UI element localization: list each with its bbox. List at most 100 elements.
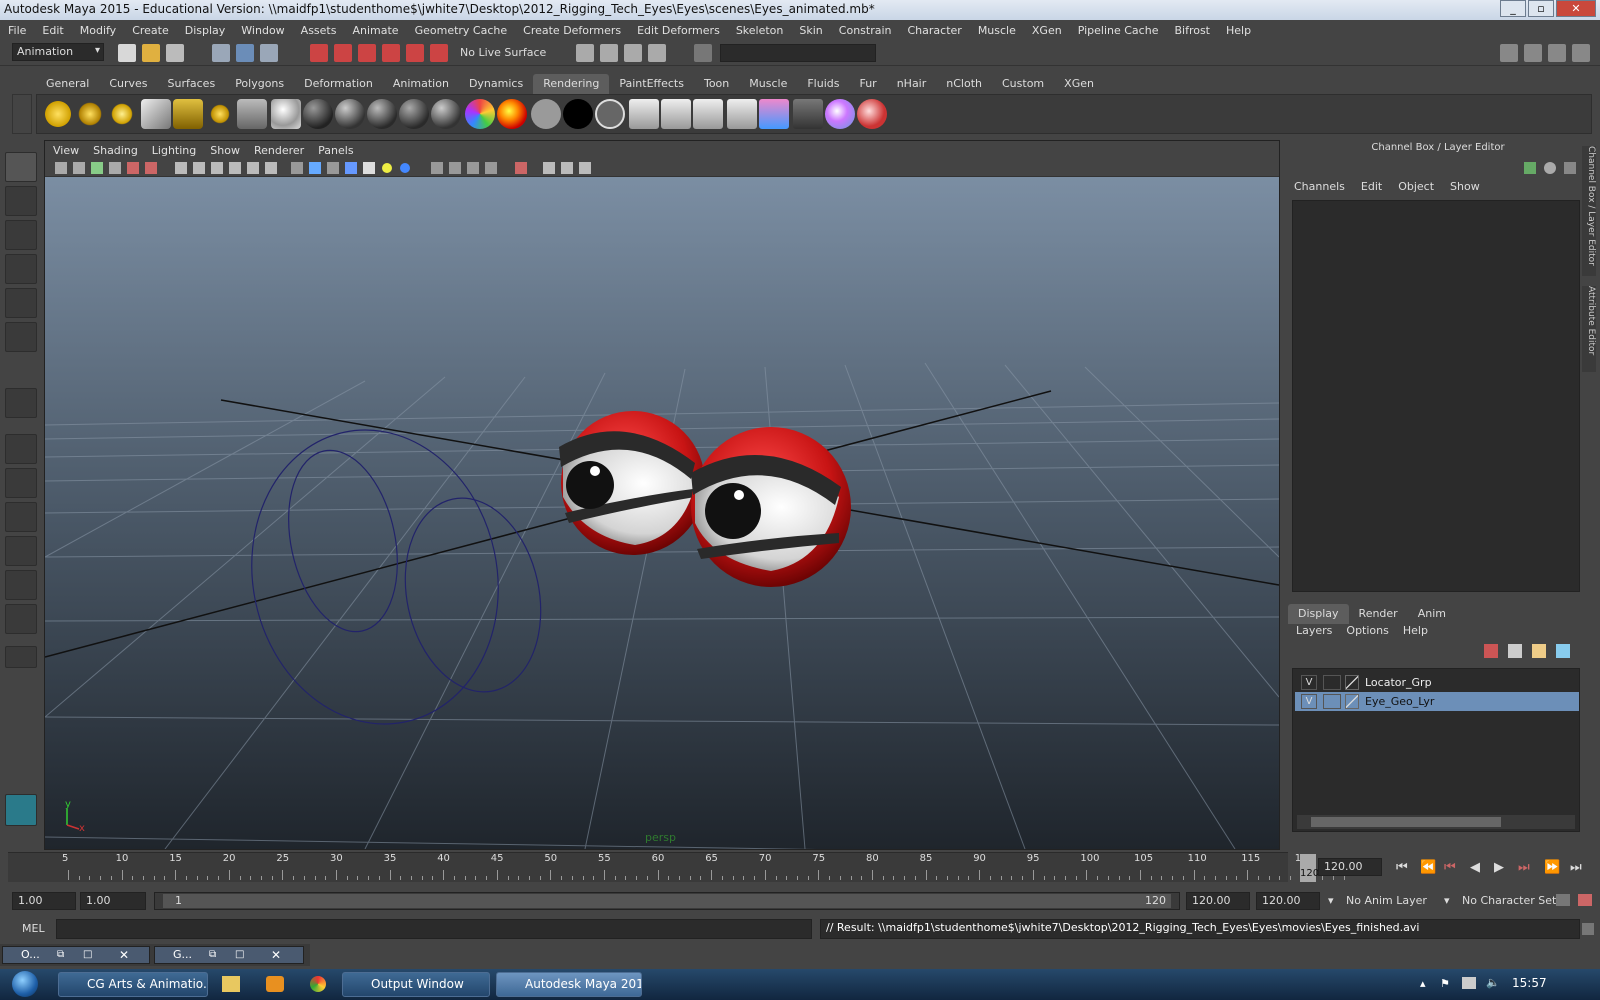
- snap-grid-icon[interactable]: [310, 44, 328, 62]
- attribute-editor-toggle-icon[interactable]: [1544, 162, 1556, 174]
- maximize-icon[interactable]: □: [83, 947, 92, 963]
- side-tab-attribute-editor[interactable]: Attribute Editor: [1582, 286, 1596, 372]
- select-component-icon[interactable]: [260, 44, 278, 62]
- create-layer-options-icon[interactable]: [1556, 644, 1570, 658]
- minimize-button[interactable]: _: [1500, 0, 1526, 17]
- layer-tab-anim[interactable]: Anim: [1408, 604, 1456, 624]
- volume-light-icon[interactable]: [205, 99, 235, 129]
- shelf-tab-surfaces[interactable]: Surfaces: [158, 74, 226, 94]
- range-slider[interactable]: 1 120: [154, 892, 1180, 910]
- anisotropic-shader-icon[interactable]: [431, 99, 461, 129]
- taskbar-maya[interactable]: Autodesk Maya 2015...: [496, 972, 642, 997]
- network-icon[interactable]: [1462, 977, 1476, 989]
- maximize-icon[interactable]: □: [235, 947, 244, 963]
- render-current-icon[interactable]: [600, 44, 618, 62]
- toggle-tool-settings-icon[interactable]: [1548, 44, 1566, 62]
- menu-display[interactable]: Display: [185, 24, 226, 37]
- vp-menu-panels[interactable]: Panels: [318, 144, 353, 157]
- outliner-layout-icon[interactable]: [5, 502, 37, 532]
- restore-icon[interactable]: ⧉: [209, 947, 216, 963]
- cb-menu-object[interactable]: Object: [1398, 180, 1434, 198]
- anim-layer-dropdown[interactable]: No Anim Layer: [1346, 894, 1427, 907]
- shelf-tab-dynamics[interactable]: Dynamics: [459, 74, 533, 94]
- new-scene-icon[interactable]: [118, 44, 136, 62]
- shelf-tab-polygons[interactable]: Polygons: [225, 74, 294, 94]
- restore-icon[interactable]: ⧉: [57, 947, 64, 963]
- vp-menu-view[interactable]: View: [53, 144, 79, 157]
- phonge-shader-icon[interactable]: [399, 99, 429, 129]
- menu-animate[interactable]: Animate: [352, 24, 398, 37]
- menu-create[interactable]: Create: [132, 24, 169, 37]
- menu-constrain[interactable]: Constrain: [839, 24, 892, 37]
- move-tool-icon[interactable]: [5, 254, 37, 284]
- show-hidden-icons[interactable]: ▴: [1420, 977, 1426, 990]
- select-tool-icon[interactable]: [5, 152, 37, 182]
- shelf-tab-ncloth[interactable]: nCloth: [936, 74, 992, 94]
- menu-help[interactable]: Help: [1226, 24, 1251, 37]
- dope-sheet-layout-icon[interactable]: [5, 570, 37, 600]
- layer-display-type[interactable]: [1323, 675, 1341, 690]
- create-empty-layer-icon[interactable]: [1508, 644, 1522, 658]
- go-to-end-icon[interactable]: ⏭: [1570, 860, 1582, 875]
- anim-layer-dropdown-arrow[interactable]: ▾: [1328, 894, 1334, 907]
- render-layer-icon[interactable]: [759, 99, 789, 129]
- blinn-shader-icon[interactable]: [335, 99, 365, 129]
- start-button[interactable]: [6, 969, 44, 1000]
- shelf-tab-general[interactable]: General: [36, 74, 99, 94]
- le-menu-help[interactable]: Help: [1403, 624, 1428, 637]
- current-frame-field[interactable]: 120.00: [1318, 858, 1382, 876]
- volume-icon[interactable]: 🔈: [1486, 976, 1500, 989]
- cancel-render-icon[interactable]: [793, 99, 823, 129]
- le-menu-layers[interactable]: Layers: [1296, 624, 1332, 637]
- perspective-viewport[interactable]: View Shading Lighting Show Renderer Pane…: [44, 140, 1280, 850]
- layer-row-locator-grp[interactable]: V Locator_Grp: [1295, 673, 1579, 692]
- shelf-tab-custom[interactable]: Custom: [992, 74, 1054, 94]
- hypershade-layout-icon[interactable]: [5, 604, 37, 634]
- vp-menu-lighting[interactable]: Lighting: [152, 144, 196, 157]
- le-menu-options[interactable]: Options: [1346, 624, 1388, 637]
- layer-visibility-toggle[interactable]: V: [1301, 675, 1317, 690]
- menu-skin[interactable]: Skin: [799, 24, 822, 37]
- mel-input[interactable]: [56, 919, 812, 939]
- make-live-icon[interactable]: [430, 44, 448, 62]
- shelf-tab-xgen[interactable]: XGen: [1054, 74, 1104, 94]
- channel-box-icon[interactable]: [1524, 162, 1536, 174]
- menu-modify[interactable]: Modify: [80, 24, 116, 37]
- directional-light-icon[interactable]: [75, 99, 105, 129]
- select-object-icon[interactable]: [236, 44, 254, 62]
- save-scene-icon[interactable]: [166, 44, 184, 62]
- chrome-icon[interactable]: [310, 976, 326, 992]
- last-tool-icon[interactable]: [5, 388, 37, 418]
- play-backwards-icon[interactable]: ◀: [1470, 860, 1480, 875]
- taskbar-clock[interactable]: 15:57: [1512, 976, 1547, 990]
- end-time-field[interactable]: 120.00: [1256, 892, 1320, 910]
- layered-shader-icon[interactable]: [465, 99, 495, 129]
- shelf-tab-fluids[interactable]: Fluids: [797, 74, 849, 94]
- area-light-icon[interactable]: [173, 99, 203, 129]
- menu-character[interactable]: Character: [908, 24, 962, 37]
- mel-label[interactable]: MEL: [22, 922, 45, 935]
- menu-bifrost[interactable]: Bifrost: [1174, 24, 1210, 37]
- script-editor-icon[interactable]: [1582, 923, 1594, 935]
- layer-color-swatch[interactable]: [1345, 694, 1359, 709]
- time-slider[interactable]: 5 10 15 20 25 30 35 40 45 50 55 60 65 70 75 80 85 90 95 100…: [8, 852, 1345, 882]
- four-view-layout-icon[interactable]: [5, 468, 37, 498]
- camera-icon[interactable]: [237, 99, 267, 129]
- menu-assets[interactable]: Assets: [301, 24, 337, 37]
- viewport-toolbar-icons[interactable]: [45, 159, 645, 177]
- side-tab-channel-box[interactable]: Channel Box / Layer Editor: [1582, 146, 1596, 276]
- layer-list-scrollbar[interactable]: [1297, 815, 1575, 829]
- layer-color-swatch[interactable]: [1345, 675, 1359, 690]
- tool-settings-toggle-icon[interactable]: [1564, 162, 1576, 174]
- render-view-icon[interactable]: [576, 44, 594, 62]
- right-eyeball[interactable]: [691, 427, 851, 587]
- menu-edit-deformers[interactable]: Edit Deformers: [637, 24, 720, 37]
- layer-row-eye-geo-lyr[interactable]: V Eye_Geo_Lyr: [1295, 692, 1579, 711]
- layout-options-icon[interactable]: [5, 646, 37, 668]
- paint-render-icon[interactable]: [857, 99, 887, 129]
- minimized-window-outliner[interactable]: O... ⧉ □ ✕: [2, 946, 150, 964]
- toggle-shelf-icon[interactable]: [1500, 44, 1518, 62]
- channel-box-display-icons[interactable]: [1524, 160, 1584, 176]
- snap-view-plane-icon[interactable]: [382, 44, 400, 62]
- render-settings-shelf-icon[interactable]: [693, 99, 723, 129]
